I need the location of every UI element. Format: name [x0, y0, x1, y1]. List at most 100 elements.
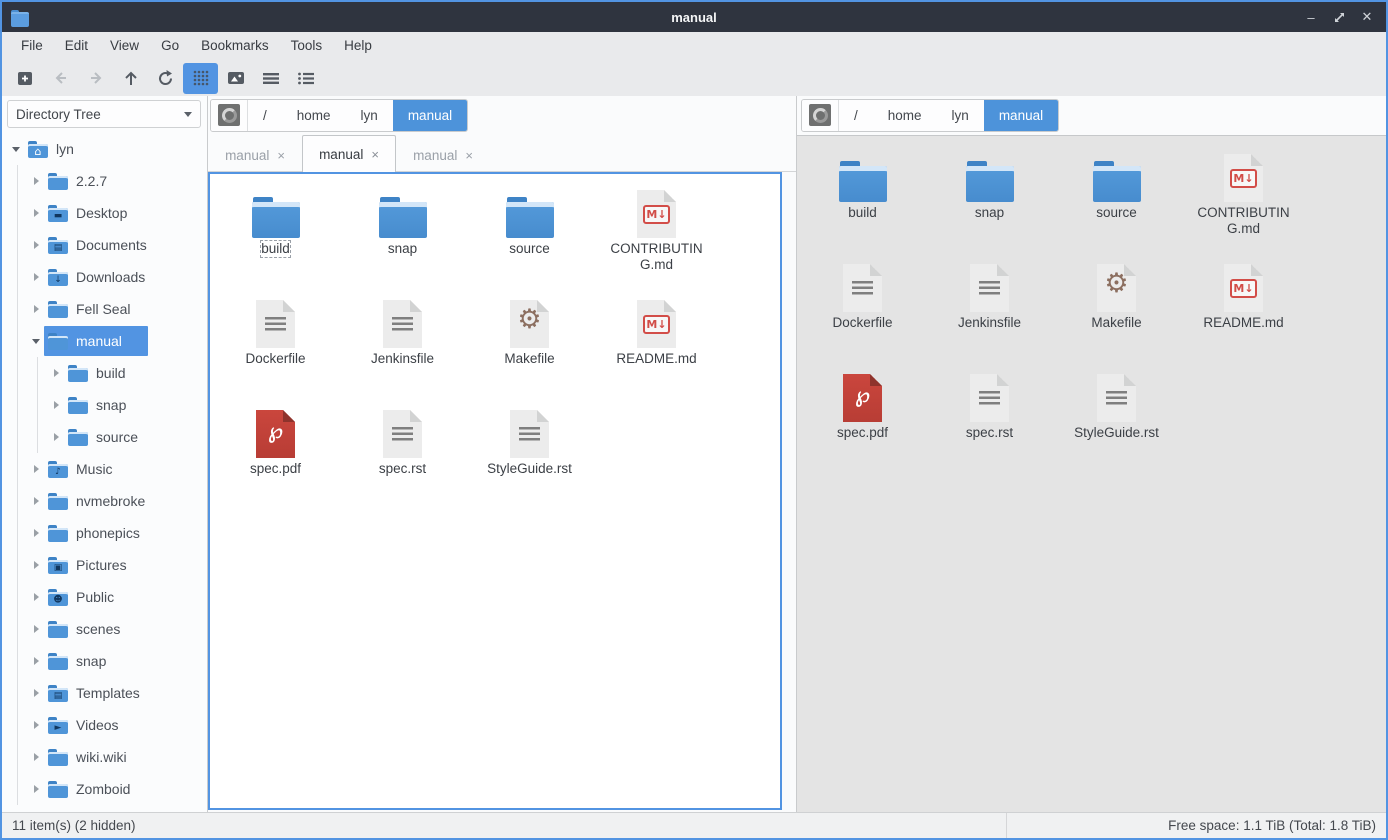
- left-filesystem-root-button[interactable]: [211, 100, 248, 131]
- chevron-collapsed-icon[interactable]: [28, 561, 44, 569]
- file-spec-pdf[interactable]: ℘spec.pdf: [212, 400, 339, 510]
- file-snap[interactable]: snap: [339, 180, 466, 290]
- toolbar-thumbnail-view-button[interactable]: [218, 63, 253, 94]
- close-icon[interactable]: ✕: [1358, 8, 1376, 26]
- tree-item-source[interactable]: source: [2, 421, 207, 453]
- tree-item-public[interactable]: ☻Public: [2, 581, 207, 613]
- chevron-collapsed-icon[interactable]: [28, 305, 44, 313]
- chevron-collapsed-icon[interactable]: [28, 657, 44, 665]
- menu-item-bookmarks[interactable]: Bookmarks: [190, 32, 280, 60]
- right-breadcrumb-root[interactable]: /: [839, 100, 873, 131]
- chevron-collapsed-icon[interactable]: [48, 401, 64, 409]
- tree-item-build[interactable]: build: [2, 357, 207, 389]
- tree-item-zomboid[interactable]: Zomboid: [2, 773, 207, 805]
- toolbar-new-tab-button[interactable]: [8, 63, 43, 94]
- file-readme-md[interactable]: M↓README.md: [1180, 254, 1307, 364]
- chevron-collapsed-icon[interactable]: [28, 465, 44, 473]
- left-breadcrumb-home[interactable]: home: [282, 100, 346, 131]
- tree-item-templates[interactable]: ▤Templates: [2, 677, 207, 709]
- file-build[interactable]: build: [212, 180, 339, 290]
- tree-item-nvmebroke[interactable]: nvmebroke: [2, 485, 207, 517]
- chevron-collapsed-icon[interactable]: [28, 785, 44, 793]
- left-breadcrumb-root[interactable]: /: [248, 100, 282, 131]
- right-breadcrumb-manual[interactable]: manual: [984, 100, 1058, 131]
- menu-item-tools[interactable]: Tools: [280, 32, 334, 60]
- file-makefile[interactable]: ⚙Makefile: [1053, 254, 1180, 364]
- tab-manual-1[interactable]: manual×: [208, 139, 302, 171]
- tree-item-snap[interactable]: snap: [2, 645, 207, 677]
- chevron-collapsed-icon[interactable]: [28, 209, 44, 217]
- chevron-collapsed-icon[interactable]: [28, 241, 44, 249]
- file-snap[interactable]: snap: [926, 144, 1053, 254]
- left-file-pane[interactable]: buildsnapsourceM↓CONTRIBUTING.md Dockerfi…: [208, 172, 782, 810]
- tree-item-snap[interactable]: snap: [2, 389, 207, 421]
- close-tab-icon[interactable]: ×: [277, 149, 285, 162]
- file-spec-rst[interactable]: spec.rst: [926, 364, 1053, 474]
- right-breadcrumb-home[interactable]: home: [873, 100, 937, 131]
- file-spec-pdf[interactable]: ℘spec.pdf: [799, 364, 926, 474]
- file-dockerfile[interactable]: Dockerfile: [799, 254, 926, 364]
- chevron-collapsed-icon[interactable]: [48, 433, 64, 441]
- file-jenkinsfile[interactable]: Jenkinsfile: [339, 290, 466, 400]
- close-tab-icon[interactable]: ×: [371, 148, 379, 161]
- toolbar-forward-button[interactable]: [78, 63, 113, 94]
- chevron-collapsed-icon[interactable]: [28, 753, 44, 761]
- chevron-collapsed-icon[interactable]: [28, 497, 44, 505]
- file-makefile[interactable]: ⚙Makefile: [466, 290, 593, 400]
- chevron-collapsed-icon[interactable]: [28, 625, 44, 633]
- right-filesystem-root-button[interactable]: [802, 100, 839, 131]
- tree-item-phonepics[interactable]: phonepics: [2, 517, 207, 549]
- toolbar-icon-view-button[interactable]: [183, 63, 218, 94]
- menu-item-view[interactable]: View: [99, 32, 150, 60]
- tree-item-documents[interactable]: ▤Documents: [2, 229, 207, 261]
- tree-item-scenes[interactable]: scenes: [2, 613, 207, 645]
- tree-item-2-2-7[interactable]: 2.2.7: [2, 165, 207, 197]
- file-dockerfile[interactable]: Dockerfile: [212, 290, 339, 400]
- file-jenkinsfile[interactable]: Jenkinsfile: [926, 254, 1053, 364]
- menu-item-help[interactable]: Help: [333, 32, 383, 60]
- tree-item-pictures[interactable]: ▣Pictures: [2, 549, 207, 581]
- toolbar-compact-view-button[interactable]: [253, 63, 288, 94]
- tree-item-music[interactable]: ♪Music: [2, 453, 207, 485]
- file-styleguide-rst[interactable]: StyleGuide.rst: [466, 400, 593, 510]
- menu-item-edit[interactable]: Edit: [54, 32, 99, 60]
- menu-item-file[interactable]: File: [10, 32, 54, 60]
- sidebar-mode-select[interactable]: Directory Tree: [7, 100, 201, 128]
- chevron-collapsed-icon[interactable]: [28, 689, 44, 697]
- left-breadcrumb-lyn[interactable]: lyn: [346, 100, 393, 131]
- tree-item-desktop[interactable]: ▬Desktop: [2, 197, 207, 229]
- tree-item-fell-seal[interactable]: Fell Seal: [2, 293, 207, 325]
- right-file-pane[interactable]: buildsnapsourceM↓CONTRIBUTING.md Dockerfi…: [797, 135, 1386, 812]
- tree-item-downloads[interactable]: ↓Downloads: [2, 261, 207, 293]
- file-source[interactable]: source: [466, 180, 593, 290]
- file-spec-rst[interactable]: spec.rst: [339, 400, 466, 510]
- maximize-icon[interactable]: [1330, 8, 1348, 26]
- chevron-collapsed-icon[interactable]: [48, 369, 64, 377]
- minimize-icon[interactable]: –: [1302, 8, 1320, 26]
- file-source[interactable]: source: [1053, 144, 1180, 254]
- chevron-expanded-icon[interactable]: [8, 147, 24, 152]
- menu-item-go[interactable]: Go: [150, 32, 190, 60]
- chevron-expanded-icon[interactable]: [28, 339, 44, 344]
- toolbar-up-button[interactable]: [113, 63, 148, 94]
- toolbar-detailed-list-view-button[interactable]: [288, 63, 323, 94]
- tree-item-videos[interactable]: ►Videos: [2, 709, 207, 741]
- left-breadcrumb-manual[interactable]: manual: [393, 100, 467, 131]
- chevron-collapsed-icon[interactable]: [28, 529, 44, 537]
- file-styleguide-rst[interactable]: StyleGuide.rst: [1053, 364, 1180, 474]
- tree-item-wiki-wiki[interactable]: wiki.wiki: [2, 741, 207, 773]
- tree-item-manual-selected[interactable]: manual: [2, 325, 207, 357]
- close-tab-icon[interactable]: ×: [465, 149, 473, 162]
- tab-manual-2[interactable]: manual×: [302, 135, 396, 172]
- chevron-collapsed-icon[interactable]: [28, 177, 44, 185]
- file-contributing-md[interactable]: M↓CONTRIBUTING.md: [593, 180, 720, 290]
- chevron-collapsed-icon[interactable]: [28, 721, 44, 729]
- file-build[interactable]: build: [799, 144, 926, 254]
- file-readme-md[interactable]: M↓README.md: [593, 290, 720, 400]
- chevron-collapsed-icon[interactable]: [28, 273, 44, 281]
- file-contributing-md[interactable]: M↓CONTRIBUTING.md: [1180, 144, 1307, 254]
- tree-item-lyn[interactable]: ⌂lyn: [2, 133, 207, 165]
- tab-manual-3[interactable]: manual×: [396, 139, 490, 171]
- toolbar-refresh-button[interactable]: [148, 63, 183, 94]
- right-breadcrumb-lyn[interactable]: lyn: [937, 100, 984, 131]
